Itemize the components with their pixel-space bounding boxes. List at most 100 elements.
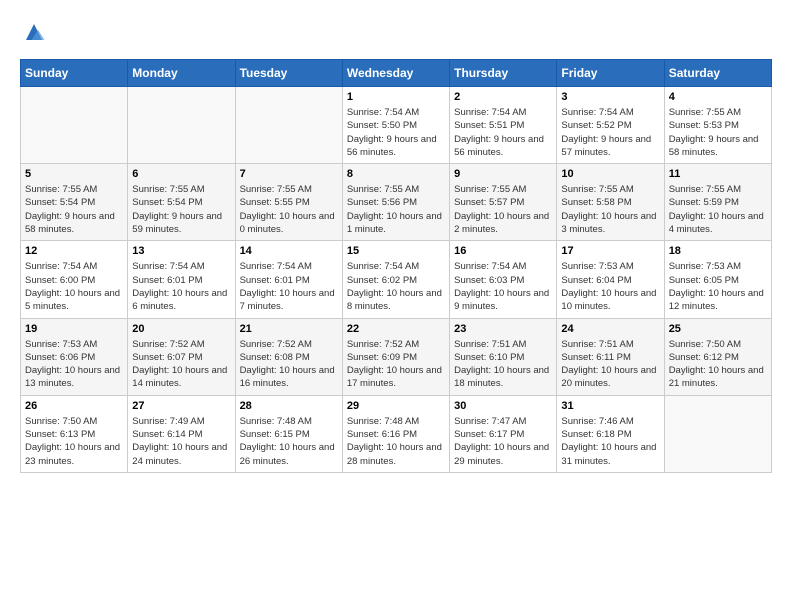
logo-icon [22, 20, 46, 44]
day-number: 13 [132, 245, 230, 257]
calendar-cell: 22Sunrise: 7:52 AMSunset: 6:09 PMDayligh… [342, 318, 449, 395]
page-header [20, 20, 772, 49]
calendar-cell: 20 Sunrise: 7:52 AMSunset: 6:07 PMDayligh… [128, 318, 235, 395]
day-number: 26 [25, 400, 123, 412]
day-details: Sunrise: 7:54 AMSunset: 5:51 PMDaylight:… [454, 106, 552, 159]
calendar-table: SundayMondayTuesdayWednesdayThursdayFrid… [20, 59, 772, 473]
day-number: 9 [454, 168, 552, 180]
calendar-cell: 31Sunrise: 7:46 AMSunset: 6:18 PMDayligh… [557, 395, 664, 472]
day-details: Sunrise: 7:50 AMSunset: 6:12 PMDaylight:… [669, 338, 767, 391]
day-header-friday: Friday [557, 60, 664, 87]
week-row-5: 26 Sunrise: 7:50 AMSunset: 6:13 PMDayligh… [21, 395, 772, 472]
calendar-cell [128, 87, 235, 164]
week-row-1: 1 Sunrise: 7:54 AMSunset: 5:50 PMDaylight… [21, 87, 772, 164]
day-header-wednesday: Wednesday [342, 60, 449, 87]
week-row-3: 12Sunrise: 7:54 AMSunset: 6:00 PMDayligh… [21, 241, 772, 318]
day-details: Sunrise: 7:52 AMSunset: 6:07 PMDaylight:… [132, 338, 230, 391]
day-details: Sunrise: 7:55 AMSunset: 5:53 PMDaylight:… [669, 106, 767, 159]
day-details: Sunrise: 7:53 AMSunset: 6:04 PMDaylight:… [561, 260, 659, 313]
calendar-cell: 11Sunrise: 7:55 AMSunset: 5:59 PMDayligh… [664, 164, 771, 241]
calendar-cell: 19 Sunrise: 7:53 AMSunset: 6:06 PMDayligh… [21, 318, 128, 395]
calendar-cell: 1 Sunrise: 7:54 AMSunset: 5:50 PMDaylight… [342, 87, 449, 164]
day-header-thursday: Thursday [450, 60, 557, 87]
day-number: 23 [454, 323, 552, 335]
day-details: Sunrise: 7:50 AMSunset: 6:13 PMDaylight:… [25, 415, 123, 468]
calendar-cell: 18 Sunrise: 7:53 AMSunset: 6:05 PMDayligh… [664, 241, 771, 318]
day-details: Sunrise: 7:48 AMSunset: 6:16 PMDaylight:… [347, 415, 445, 468]
day-number: 29 [347, 400, 445, 412]
calendar-cell: 21 Sunrise: 7:52 AMSunset: 6:08 PMDayligh… [235, 318, 342, 395]
day-number: 22 [347, 323, 445, 335]
header-row: SundayMondayTuesdayWednesdayThursdayFrid… [21, 60, 772, 87]
calendar-cell: 8Sunrise: 7:55 AMSunset: 5:56 PMDaylight… [342, 164, 449, 241]
calendar-cell: 23 Sunrise: 7:51 AMSunset: 6:10 PMDayligh… [450, 318, 557, 395]
day-details: Sunrise: 7:53 AMSunset: 6:05 PMDaylight:… [669, 260, 767, 313]
day-header-monday: Monday [128, 60, 235, 87]
calendar-cell: 28 Sunrise: 7:48 AMSunset: 6:15 PMDayligh… [235, 395, 342, 472]
calendar-cell: 16 Sunrise: 7:54 AMSunset: 6:03 PMDayligh… [450, 241, 557, 318]
day-number: 24 [561, 323, 659, 335]
day-number: 19 [25, 323, 123, 335]
calendar-cell [235, 87, 342, 164]
day-number: 11 [669, 168, 767, 180]
day-header-saturday: Saturday [664, 60, 771, 87]
day-number: 16 [454, 245, 552, 257]
day-number: 27 [132, 400, 230, 412]
week-row-4: 19 Sunrise: 7:53 AMSunset: 6:06 PMDayligh… [21, 318, 772, 395]
day-details: Sunrise: 7:53 AMSunset: 6:06 PMDaylight:… [25, 338, 123, 391]
calendar-cell: 14 Sunrise: 7:54 AMSunset: 6:01 PMDayligh… [235, 241, 342, 318]
day-number: 4 [669, 91, 767, 103]
day-number: 10 [561, 168, 659, 180]
calendar-cell: 9 Sunrise: 7:55 AMSunset: 5:57 PMDaylight… [450, 164, 557, 241]
calendar-cell: 24 Sunrise: 7:51 AMSunset: 6:11 PMDayligh… [557, 318, 664, 395]
week-row-2: 5Sunrise: 7:55 AMSunset: 5:54 PMDaylight… [21, 164, 772, 241]
day-number: 21 [240, 323, 338, 335]
day-number: 6 [132, 168, 230, 180]
calendar-cell: 12Sunrise: 7:54 AMSunset: 6:00 PMDayligh… [21, 241, 128, 318]
day-details: Sunrise: 7:54 AMSunset: 6:01 PMDaylight:… [132, 260, 230, 313]
day-number: 15 [347, 245, 445, 257]
day-number: 1 [347, 91, 445, 103]
day-number: 25 [669, 323, 767, 335]
day-details: Sunrise: 7:55 AMSunset: 5:54 PMDaylight:… [25, 183, 123, 236]
day-details: Sunrise: 7:54 AMSunset: 6:01 PMDaylight:… [240, 260, 338, 313]
calendar-cell: 5Sunrise: 7:55 AMSunset: 5:54 PMDaylight… [21, 164, 128, 241]
day-details: Sunrise: 7:47 AMSunset: 6:17 PMDaylight:… [454, 415, 552, 468]
day-details: Sunrise: 7:54 AMSunset: 5:50 PMDaylight:… [347, 106, 445, 159]
day-number: 17 [561, 245, 659, 257]
day-number: 18 [669, 245, 767, 257]
calendar-cell: 29 Sunrise: 7:48 AMSunset: 6:16 PMDayligh… [342, 395, 449, 472]
calendar-cell: 15 Sunrise: 7:54 AMSunset: 6:02 PMDayligh… [342, 241, 449, 318]
day-details: Sunrise: 7:55 AMSunset: 5:56 PMDaylight:… [347, 183, 445, 236]
calendar-cell: 30 Sunrise: 7:47 AMSunset: 6:17 PMDayligh… [450, 395, 557, 472]
calendar-cell [664, 395, 771, 472]
calendar-cell: 13 Sunrise: 7:54 AMSunset: 6:01 PMDayligh… [128, 241, 235, 318]
day-details: Sunrise: 7:55 AMSunset: 5:54 PMDaylight:… [132, 183, 230, 236]
day-details: Sunrise: 7:48 AMSunset: 6:15 PMDaylight:… [240, 415, 338, 468]
calendar-cell: 25 Sunrise: 7:50 AMSunset: 6:12 PMDayligh… [664, 318, 771, 395]
logo [20, 20, 46, 49]
day-details: Sunrise: 7:49 AMSunset: 6:14 PMDaylight:… [132, 415, 230, 468]
calendar-cell: 3Sunrise: 7:54 AMSunset: 5:52 PMDaylight… [557, 87, 664, 164]
day-header-sunday: Sunday [21, 60, 128, 87]
day-number: 28 [240, 400, 338, 412]
calendar-cell: 6 Sunrise: 7:55 AMSunset: 5:54 PMDaylight… [128, 164, 235, 241]
day-number: 20 [132, 323, 230, 335]
day-details: Sunrise: 7:55 AMSunset: 5:58 PMDaylight:… [561, 183, 659, 236]
calendar-cell: 17 Sunrise: 7:53 AMSunset: 6:04 PMDayligh… [557, 241, 664, 318]
calendar-cell: 10 Sunrise: 7:55 AMSunset: 5:58 PMDayligh… [557, 164, 664, 241]
day-details: Sunrise: 7:52 AMSunset: 6:08 PMDaylight:… [240, 338, 338, 391]
calendar-cell [21, 87, 128, 164]
day-number: 31 [561, 400, 659, 412]
day-number: 12 [25, 245, 123, 257]
calendar-cell: 2Sunrise: 7:54 AMSunset: 5:51 PMDaylight… [450, 87, 557, 164]
day-details: Sunrise: 7:54 AMSunset: 6:03 PMDaylight:… [454, 260, 552, 313]
day-details: Sunrise: 7:51 AMSunset: 6:10 PMDaylight:… [454, 338, 552, 391]
day-details: Sunrise: 7:55 AMSunset: 5:55 PMDaylight:… [240, 183, 338, 236]
day-number: 30 [454, 400, 552, 412]
day-number: 14 [240, 245, 338, 257]
calendar-cell: 7Sunrise: 7:55 AMSunset: 5:55 PMDaylight… [235, 164, 342, 241]
day-details: Sunrise: 7:55 AMSunset: 5:57 PMDaylight:… [454, 183, 552, 236]
day-details: Sunrise: 7:51 AMSunset: 6:11 PMDaylight:… [561, 338, 659, 391]
day-details: Sunrise: 7:54 AMSunset: 6:02 PMDaylight:… [347, 260, 445, 313]
